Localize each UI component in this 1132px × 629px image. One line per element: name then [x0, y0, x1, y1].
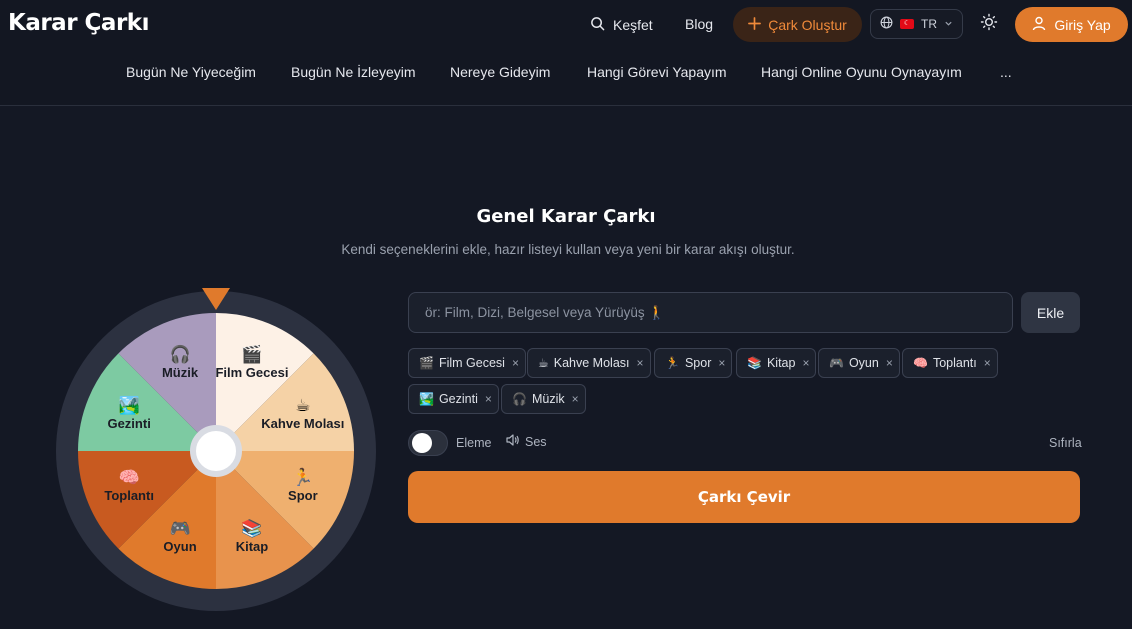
nav-explore[interactable]: Keşfet [590, 16, 653, 34]
option-chip: 🎮 Oyun × [818, 348, 900, 378]
sun-icon [980, 13, 998, 36]
wheel-slice-label: Film Gecesi [215, 365, 288, 380]
wheel-slice-icon: 📚 [241, 519, 262, 539]
wheel-slice-label: Kahve Molası [261, 416, 344, 431]
page-title: Genel Karar Çarkı [476, 206, 656, 227]
login-label: Giriş Yap [1054, 16, 1111, 33]
chip-label: Gezinti [438, 392, 478, 406]
remove-chip-icon[interactable]: × [512, 356, 519, 370]
option-chip: 🎬 Film Gecesi × [408, 348, 526, 378]
category-link[interactable]: Bugün Ne İzleyeyim [291, 64, 416, 80]
nav-explore-label: Keşfet [613, 17, 653, 33]
option-chip: 🏞️ Gezinti × [408, 384, 499, 414]
wheel-slice-icon: 🏃 [292, 467, 313, 488]
elimination-label: Eleme [456, 436, 492, 450]
decision-wheel[interactable]: 🎬 Film Gecesi ☕ Kahve Molası 🏃 Spor 📚 Kitap 🎮 Oyu… [56, 288, 376, 612]
globe-icon [880, 16, 893, 32]
option-chip: ☕ Kahve Molası × [527, 348, 651, 378]
reset-button[interactable]: Sıfırla [1049, 436, 1082, 450]
wheel-slice-icon: 🎬 [241, 344, 262, 365]
option-input[interactable] [408, 292, 1013, 333]
nav-blog-label: Blog [685, 16, 714, 32]
option-chip: 🧠 Toplantı × [902, 348, 998, 378]
chip-label: Toplantı [932, 356, 977, 370]
login-button[interactable]: Giriş Yap [1015, 7, 1128, 42]
chip-label: Kahve Molası [553, 356, 630, 370]
category-link[interactable]: Hangi Online Oyunu Oynayayım [761, 64, 962, 80]
running-icon: 🏃 [665, 356, 680, 370]
book-icon: 📚 [747, 356, 762, 370]
search-icon [590, 16, 605, 34]
elimination-toggle[interactable] [408, 430, 448, 456]
wheel-slice-icon: 🏞️ [119, 395, 140, 416]
wheel-slice-label: Kitap [236, 539, 269, 554]
language-select[interactable]: ☾ TR [870, 9, 963, 39]
wheel-slice-icon: 🎮 [169, 519, 190, 539]
turkey-flag-icon: ☾ [900, 19, 914, 29]
create-wheel-label: Çark Oluştur [768, 16, 847, 33]
category-link[interactable]: Hangi Görevi Yapayım [587, 64, 727, 80]
nav-blog[interactable]: Blog [685, 16, 713, 32]
plus-icon [748, 16, 762, 33]
speaker-icon [506, 434, 520, 449]
category-link[interactable]: Bugün Ne Yiyeceğim [126, 64, 256, 80]
remove-chip-icon[interactable]: × [485, 392, 492, 406]
landscape-icon: 🏞️ [419, 392, 434, 406]
gamepad-icon: 🎮 [829, 356, 844, 370]
wheel-slice-label: Gezinti [107, 416, 150, 431]
wheel-slice-icon: ☕ [295, 396, 310, 416]
remove-chip-icon[interactable]: × [984, 356, 991, 370]
add-button[interactable]: Ekle [1021, 292, 1080, 333]
page-subtitle: Kendi seçeneklerini ekle, hazır listeyi … [341, 242, 795, 257]
category-more[interactable]: ... [1000, 64, 1012, 80]
option-chip: 🏃 Spor × [654, 348, 733, 378]
toggle-knob [412, 433, 432, 453]
sound-button[interactable]: Ses [506, 434, 547, 449]
wheel-slice-label: Toplantı [104, 488, 154, 503]
wheel-slice-label: Müzik [162, 365, 199, 380]
remove-chip-icon[interactable]: × [802, 356, 809, 370]
option-chip: 🎧 Müzik × [501, 384, 586, 414]
option-chip: 📚 Kitap × [736, 348, 817, 378]
create-wheel-button[interactable]: Çark Oluştur [733, 7, 862, 42]
wheel-svg[interactable]: 🎬Film Gecesi ☕Kahve Molası 🏃Spor 📚Kitap 🎮Oyu… [56, 288, 376, 612]
coffee-icon: ☕ [538, 356, 549, 370]
theme-toggle-button[interactable] [978, 13, 1000, 35]
wheel-slice-label: Spor [288, 488, 318, 503]
remove-chip-icon[interactable]: × [637, 356, 644, 370]
chip-label: Spor [684, 356, 712, 370]
chevron-down-icon [944, 17, 953, 31]
chip-label: Film Gecesi [438, 356, 505, 370]
wheel-center-button[interactable] [190, 425, 242, 477]
language-label: TR [921, 17, 937, 31]
remove-chip-icon[interactable]: × [718, 356, 725, 370]
brain-icon: 🧠 [913, 356, 928, 370]
category-link[interactable]: Nereye Gideyim [450, 64, 550, 80]
headphones-icon: 🎧 [512, 392, 527, 406]
logo[interactable]: Karar Çarkı [8, 10, 149, 36]
remove-chip-icon[interactable]: × [886, 356, 893, 370]
wheel-slice-icon: 🎧 [169, 344, 190, 365]
film-icon: 🎬 [419, 356, 434, 370]
user-icon [1032, 16, 1046, 34]
spin-button[interactable]: Çarkı Çevir [408, 471, 1080, 523]
wheel-slice-label: Oyun [163, 539, 196, 554]
remove-chip-icon[interactable]: × [572, 392, 579, 406]
chip-label: Kitap [766, 356, 796, 370]
header: Karar Çarkı Keşfet Blog Çark Oluştur ☾ T… [0, 0, 1132, 106]
chip-label: Oyun [848, 356, 879, 370]
wheel-slice-icon: 🧠 [119, 468, 140, 488]
sound-label: Ses [525, 434, 547, 449]
chip-label: Müzik [531, 392, 565, 406]
